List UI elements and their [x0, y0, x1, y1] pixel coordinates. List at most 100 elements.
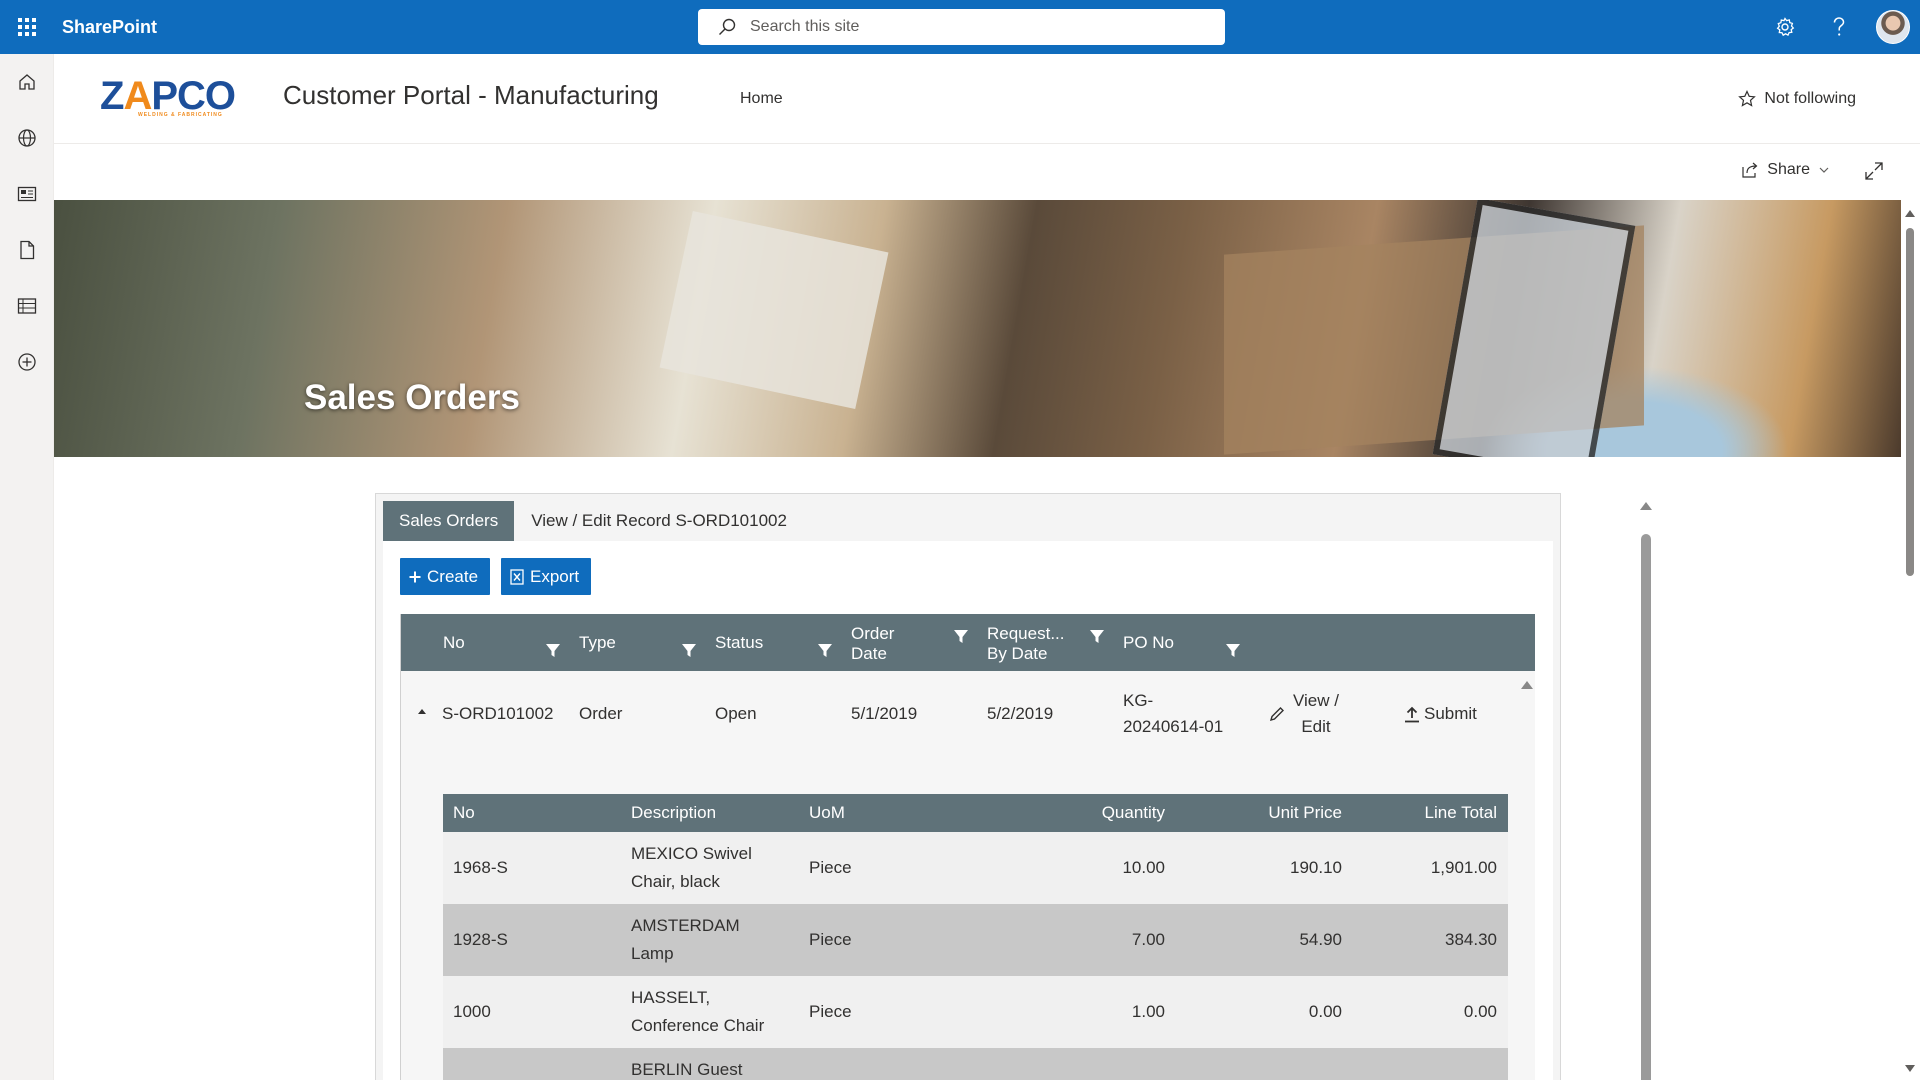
- table-row[interactable]: 1000 HASSELT, Conference Chair Piece 1.0…: [443, 976, 1508, 1048]
- col-header-order-date-line1: Order: [851, 624, 895, 643]
- line-total: 384.30: [1445, 930, 1497, 949]
- filter-icon[interactable]: [954, 630, 968, 644]
- home-icon[interactable]: [0, 54, 54, 110]
- line-no: 1000: [453, 1002, 491, 1021]
- suite-bar: SharePoint: [0, 0, 1920, 54]
- line-quantity: 1.00: [1131, 1002, 1165, 1021]
- settings-icon[interactable]: [1758, 0, 1812, 54]
- order-lines-header: No Description UoM Quantity Unit Price L…: [443, 794, 1508, 832]
- line-no: 1968-S: [453, 858, 508, 877]
- share-button[interactable]: Share: [1741, 161, 1830, 179]
- lines-col-line-total: Line Total: [1424, 803, 1497, 822]
- table-row[interactable]: BERLIN Guest: [443, 1048, 1508, 1080]
- share-label: Share: [1767, 161, 1810, 178]
- news-icon[interactable]: [0, 166, 54, 222]
- lines-col-uom: UoM: [809, 803, 845, 822]
- line-description-line1: BERLIN Guest: [631, 1060, 743, 1079]
- request-date: 5/2/2019: [987, 704, 1054, 723]
- po-no-line2: 20240614-01: [1123, 717, 1224, 736]
- order-date: 5/1/2019: [851, 704, 918, 723]
- create-button[interactable]: Create: [400, 558, 490, 595]
- line-description-line2: Lamp: [631, 944, 674, 963]
- line-unit-price: 0.00: [1308, 1002, 1342, 1021]
- line-description: BERLIN Guest: [631, 1048, 743, 1080]
- line-total: 0.00: [1463, 1002, 1497, 1021]
- col-header-po-no[interactable]: PO No: [1123, 614, 1174, 671]
- breadcrumb[interactable]: View / Edit Record S-ORD101002: [531, 511, 787, 531]
- submit-button[interactable]: Submit: [1404, 671, 1477, 757]
- tab-sales-orders[interactable]: Sales Orders: [383, 501, 515, 541]
- search-icon: [719, 18, 736, 35]
- grid-header: No Type Status Order Date Request... By …: [401, 614, 1535, 671]
- view-edit-button[interactable]: View / Edit: [1269, 671, 1339, 757]
- follow-label: Not following: [1764, 90, 1856, 107]
- pencil-icon: [1269, 707, 1284, 722]
- col-header-request-date[interactable]: Request... By Date: [987, 624, 1065, 664]
- app-panel: Sales Orders View / Edit Record S-ORD101…: [375, 493, 1561, 1080]
- table-row[interactable]: 1968-S MEXICO Swivel Chair, black Piece …: [443, 832, 1508, 904]
- follow-button[interactable]: Not following: [1738, 90, 1856, 108]
- lines-col-description: Description: [631, 803, 717, 822]
- webpart-scroll-up-icon[interactable]: [1640, 502, 1652, 510]
- line-quantity: [987, 1048, 1165, 1080]
- scrollbar-thumb[interactable]: [1906, 228, 1914, 576]
- plus-icon: [409, 571, 421, 582]
- export-button[interactable]: Export: [501, 558, 591, 595]
- line-description: MEXICO Swivel Chair, black: [631, 832, 752, 904]
- grid-scroll-up-icon[interactable]: [1521, 681, 1533, 689]
- line-uom: Piece: [809, 1002, 852, 1021]
- filter-icon[interactable]: [546, 644, 560, 658]
- col-header-order-date[interactable]: Order Date: [851, 624, 894, 664]
- scroll-up-arrow-icon[interactable]: [1905, 210, 1915, 217]
- list-icon[interactable]: [0, 278, 54, 334]
- webpart-scroll-thumb[interactable]: [1641, 534, 1651, 1080]
- search-input[interactable]: [750, 18, 1170, 36]
- create-label: Create: [427, 566, 479, 586]
- globe-icon[interactable]: [0, 110, 54, 166]
- search-box[interactable]: [698, 9, 1225, 45]
- command-bar: Share: [54, 145, 1920, 200]
- table-row[interactable]: 1928-S AMSTERDAM Lamp Piece 7.00 54.90 3…: [443, 904, 1508, 976]
- expand-icon[interactable]: [1864, 161, 1884, 186]
- order-lines-table: No Description UoM Quantity Unit Price L…: [443, 794, 1508, 1080]
- filter-icon[interactable]: [1226, 644, 1240, 658]
- po-no: KG- 20240614-01: [1123, 688, 1223, 740]
- hero-banner: Sales Orders: [54, 200, 1901, 457]
- submit-label: Submit: [1424, 704, 1477, 723]
- line-quantity: 10.00: [1122, 858, 1165, 877]
- webpart-scrollbar[interactable]: [1640, 502, 1654, 1080]
- nav-home-link[interactable]: Home: [740, 90, 783, 108]
- collapse-row-icon[interactable]: [418, 709, 426, 714]
- order-type: Order: [579, 704, 623, 723]
- waffle-icon[interactable]: [0, 0, 54, 54]
- export-label: Export: [530, 566, 580, 586]
- line-total: 1,901.00: [1430, 858, 1497, 877]
- col-header-no[interactable]: No: [443, 614, 465, 671]
- chevron-down-icon: [1819, 167, 1829, 173]
- lines-col-unit-price: Unit Price: [1268, 803, 1342, 822]
- app-name[interactable]: SharePoint: [62, 17, 157, 38]
- line-uom: Piece: [809, 930, 852, 949]
- avatar[interactable]: [1866, 0, 1920, 54]
- line-description: HASSELT, Conference Chair: [631, 976, 764, 1048]
- scroll-down-arrow-icon[interactable]: [1905, 1065, 1915, 1072]
- banner-title: Sales Orders: [304, 378, 520, 417]
- filter-icon[interactable]: [682, 644, 696, 658]
- document-icon[interactable]: [0, 222, 54, 278]
- filter-icon[interactable]: [1090, 630, 1104, 644]
- site-title[interactable]: Customer Portal - Manufacturing: [283, 80, 659, 111]
- banner-image-parcel: [659, 210, 889, 410]
- grid-scrollbar[interactable]: [1517, 671, 1535, 1080]
- left-rail: [0, 54, 54, 1080]
- help-icon[interactable]: [1812, 0, 1866, 54]
- col-header-type[interactable]: Type: [579, 614, 616, 671]
- col-header-status[interactable]: Status: [715, 614, 763, 671]
- page-scrollbar[interactable]: [1901, 200, 1920, 1080]
- site-logo[interactable]: ZAPCO WELDING & FABRICATING: [100, 76, 250, 122]
- line-description-line1: HASSELT,: [631, 988, 711, 1007]
- upload-icon: [1405, 706, 1419, 722]
- line-uom: Piece: [809, 858, 852, 877]
- order-row[interactable]: S-ORD101002 Order Open 5/1/2019 5/2/2019…: [401, 671, 1517, 757]
- filter-icon[interactable]: [818, 644, 832, 658]
- add-circle-icon[interactable]: [0, 334, 54, 390]
